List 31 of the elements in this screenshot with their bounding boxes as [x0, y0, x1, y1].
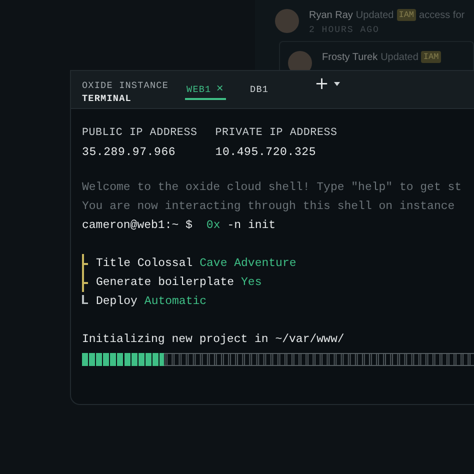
add-tab-button[interactable]: +: [314, 77, 329, 91]
shell-message: You are now interacting through this shell on instance: [82, 199, 456, 215]
activity-action: Updated: [356, 10, 394, 20]
step-label: Title Colossal: [96, 256, 193, 272]
step-value: Cave Adventure: [200, 256, 296, 272]
user-name: Frosty Turek: [322, 52, 378, 62]
ip-label: PUBLIC IP ADDRESS: [82, 126, 198, 141]
avatar: [275, 9, 299, 33]
command-args: -n init: [227, 218, 276, 234]
tag-badge: IAM: [396, 9, 416, 21]
shell-prompt: cameron@web1:~ $: [82, 218, 192, 234]
status-message: Initializing new project in ~/var/www/: [82, 332, 346, 348]
step-value: Automatic: [144, 294, 207, 310]
instance-tab[interactable]: DB1: [248, 71, 271, 100]
ip-label: PRIVATE IP ADDRESS: [215, 126, 338, 141]
user-name: Ryan Ray: [309, 10, 353, 20]
close-icon[interactable]: ×: [216, 84, 224, 94]
tag-badge: IAM: [421, 51, 441, 63]
activity-action: Updated: [380, 52, 418, 62]
terminal-subtitle: TERMINAL: [82, 92, 132, 105]
ip-address: 10.495.720.325: [215, 145, 318, 161]
activity-detail: access for: [419, 10, 465, 20]
terminal-title: OXIDE INSTANCE: [82, 79, 169, 92]
step-value: Yes: [241, 275, 262, 291]
step-label: Generate boilerplate: [96, 275, 234, 291]
step-label: Deploy: [96, 294, 138, 310]
shell-message: Welcome to the oxide cloud shell! Type "help" to get st: [82, 180, 463, 196]
command-name: 0x: [206, 218, 220, 234]
instance-tab[interactable]: WEB1 ×: [184, 71, 226, 100]
caret-icon[interactable]: [334, 82, 340, 86]
ip-address: 35.289.97.966: [82, 145, 177, 161]
